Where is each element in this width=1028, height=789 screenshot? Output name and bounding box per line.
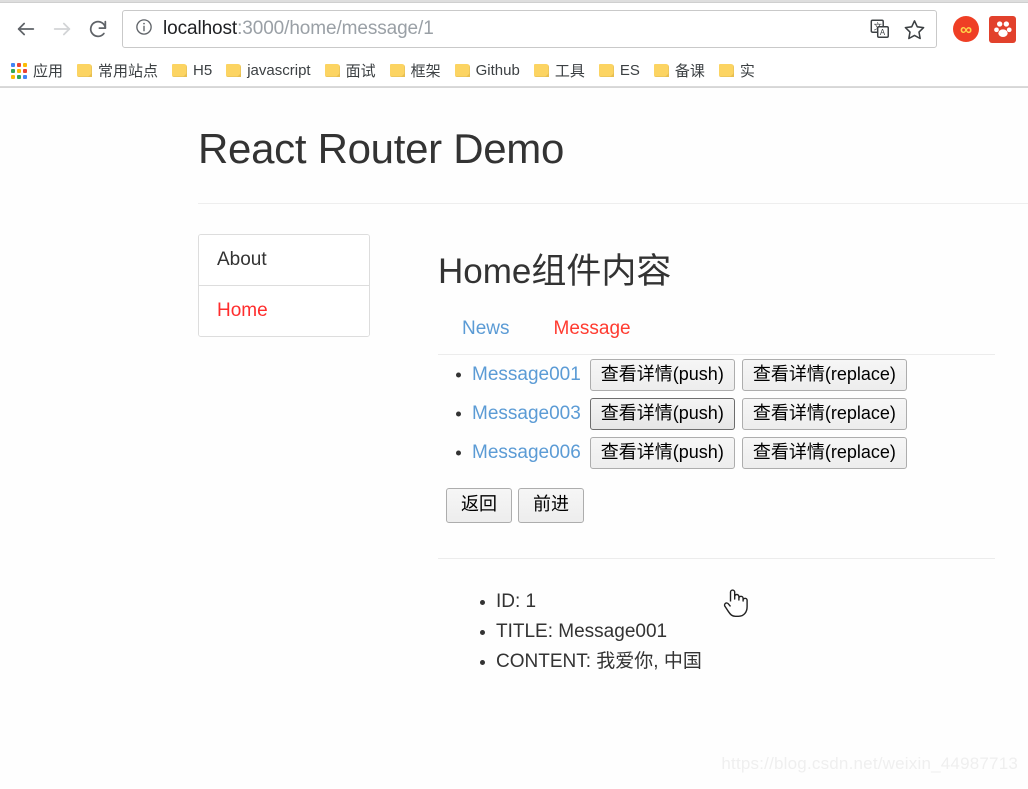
- extension-red-icon[interactable]: [989, 15, 1016, 43]
- watermark: https://blog.csdn.net/weixin_44987713: [721, 754, 1018, 773]
- bookmark-label: 框架: [410, 63, 441, 80]
- url-path: :3000/home/message/1: [237, 18, 434, 39]
- go-forward-button[interactable]: 前进: [518, 488, 584, 524]
- bookmark-label: 常用站点: [98, 63, 159, 80]
- bookmark-item-9[interactable]: 备课: [647, 58, 712, 83]
- view-detail-push-button[interactable]: 查看详情(push): [589, 358, 735, 392]
- bookmark-apps[interactable]: 应用: [4, 58, 70, 83]
- content-row: About Home Home组件内容 News Message Message…: [198, 234, 1028, 677]
- detail-id: ID: 1: [480, 587, 1028, 617]
- bookmark-item-4[interactable]: 面试: [318, 58, 383, 83]
- bookmark-label: 备课: [674, 63, 705, 80]
- bookmark-item-1[interactable]: 常用站点: [70, 58, 165, 83]
- bookmark-item-10[interactable]: 实: [712, 58, 762, 83]
- site-info-icon[interactable]: [135, 18, 153, 41]
- title-divider: [198, 203, 1028, 205]
- arrow-right-icon: [53, 22, 71, 36]
- bookmark-label: 实: [739, 63, 755, 80]
- browser-chrome: localhost:3000/home/message/1 文 A: [0, 0, 1028, 88]
- folder-icon: [598, 64, 614, 77]
- reload-button[interactable]: [80, 11, 116, 47]
- bookmark-item-7[interactable]: 工具: [527, 58, 592, 83]
- folder-icon: [226, 64, 242, 77]
- component-heading: Home组件内容: [438, 252, 672, 292]
- tab-message[interactable]: Message: [554, 318, 631, 340]
- bookmark-label: 面试: [345, 63, 376, 80]
- detail-divider: [438, 558, 995, 560]
- bookmark-item-6[interactable]: Github: [448, 60, 527, 81]
- list-item: Message003 查看详情(push) 查看详情(replace): [472, 394, 1028, 433]
- arrow-left-icon: [17, 22, 35, 36]
- history-actions: 返回 前进: [438, 488, 1028, 524]
- forward-button[interactable]: [44, 11, 80, 47]
- list-item: Message001 查看详情(push) 查看详情(replace): [472, 355, 1028, 394]
- bookmarks-bar: 应用 常用站点 H5 javascript 面试 框架 Github 工具 ES…: [0, 55, 1028, 87]
- browser-toolbar: localhost:3000/home/message/1 文 A: [0, 3, 1028, 55]
- bookmark-item-8[interactable]: ES: [592, 60, 647, 81]
- tab-news[interactable]: News: [462, 318, 510, 340]
- detail-content: CONTENT: 我爱你, 中国: [480, 647, 1028, 677]
- bookmark-label: ES: [619, 62, 640, 79]
- message-link[interactable]: Message006: [472, 442, 581, 464]
- folder-icon: [533, 64, 549, 77]
- page-content: React Router Demo About Home Home组件内容 Ne…: [0, 88, 1028, 788]
- go-back-button[interactable]: 返回: [446, 488, 512, 524]
- apps-grid-icon: [11, 62, 27, 79]
- omnibox-actions: 文 A: [864, 13, 930, 45]
- message-link[interactable]: Message001: [472, 364, 581, 386]
- detail-title: TITLE: Message001: [480, 617, 1028, 647]
- folder-icon: [77, 64, 93, 77]
- message-list: Message001 查看详情(push) 查看详情(replace) Mess…: [438, 355, 1028, 472]
- svg-text:A: A: [880, 28, 886, 37]
- translate-icon[interactable]: 文 A: [864, 13, 896, 45]
- bookmark-label: 应用: [33, 63, 64, 80]
- bookmark-label: H5: [193, 62, 213, 79]
- list-item: Message006 查看详情(push) 查看详情(replace): [472, 433, 1028, 472]
- bookmark-label: javascript: [247, 62, 311, 79]
- folder-icon: [454, 64, 470, 77]
- bookmark-label: 工具: [554, 63, 585, 80]
- detail-list: ID: 1 TITLE: Message001 CONTENT: 我爱你, 中国: [438, 587, 1028, 677]
- url-host: localhost: [163, 18, 238, 39]
- bookmark-label: Github: [475, 62, 520, 79]
- main-panel: Home组件内容 News Message Message001 查看详情(pu…: [370, 234, 1028, 677]
- folder-icon: [389, 64, 405, 77]
- view-detail-push-button[interactable]: 查看详情(push): [589, 436, 735, 470]
- view-detail-replace-button[interactable]: 查看详情(replace): [741, 397, 907, 431]
- bookmark-item-2[interactable]: H5: [165, 60, 219, 81]
- container: React Router Demo About Home Home组件内容 Ne…: [198, 88, 1028, 677]
- bookmark-item-5[interactable]: 框架: [383, 58, 448, 83]
- reload-icon: [89, 20, 107, 38]
- url-text: localhost:3000/home/message/1: [163, 18, 864, 40]
- bookmark-item-3[interactable]: javascript: [219, 60, 317, 81]
- message-link[interactable]: Message003: [472, 403, 581, 425]
- folder-icon: [718, 64, 734, 77]
- page-title: React Router Demo: [198, 125, 565, 172]
- tab-bar: News Message: [438, 318, 1028, 340]
- sidebar-item-home[interactable]: Home: [199, 286, 369, 337]
- view-detail-push-button[interactable]: 查看详情(push): [589, 397, 735, 431]
- sidebar-item-about[interactable]: About: [199, 235, 369, 287]
- folder-icon: [653, 64, 669, 77]
- back-button[interactable]: [8, 11, 44, 47]
- extension-infinity-icon[interactable]: ∞: [953, 16, 979, 42]
- sidebar: About Home: [198, 234, 370, 677]
- extension-icons: ∞: [941, 15, 1020, 43]
- address-bar[interactable]: localhost:3000/home/message/1 文 A: [122, 10, 937, 48]
- bookmark-star-icon[interactable]: [898, 13, 930, 45]
- view-detail-replace-button[interactable]: 查看详情(replace): [741, 436, 907, 470]
- folder-icon: [324, 64, 340, 77]
- view-detail-replace-button[interactable]: 查看详情(replace): [741, 358, 907, 392]
- folder-icon: [172, 64, 188, 77]
- sidebar-list-group: About Home: [198, 234, 370, 338]
